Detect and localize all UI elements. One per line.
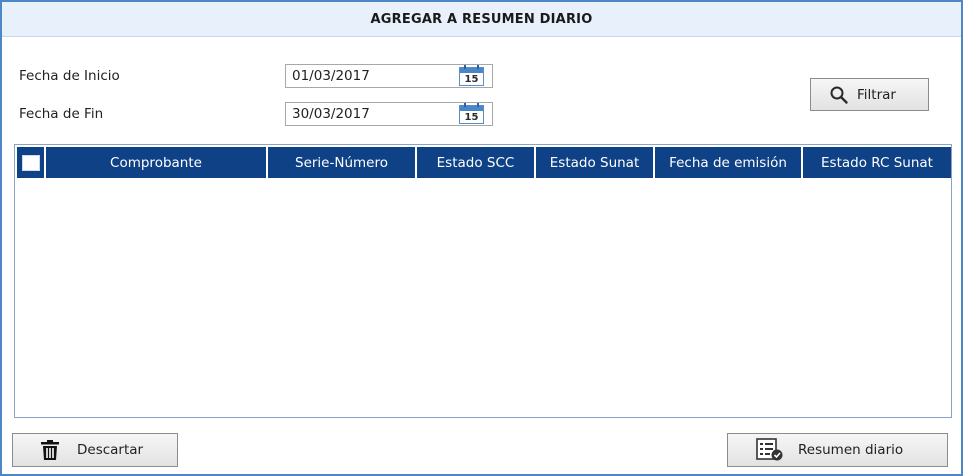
trash-icon [41, 440, 59, 460]
filter-button-label: Filtrar [857, 86, 896, 103]
end-date-label: Fecha de Fin [19, 106, 104, 122]
calendar-day: 15 [464, 112, 479, 123]
column-header-estado-scc[interactable]: Estado SCC [417, 147, 536, 178]
select-all-cell [17, 147, 46, 178]
summary-button-label: Resumen diario [798, 442, 904, 458]
column-header-estado-sunat[interactable]: Estado Sunat [536, 147, 655, 178]
grid-header: Comprobante Serie-Número Estado SCC Esta… [17, 147, 951, 178]
calendar-day: 15 [464, 74, 479, 85]
column-header-comprobante[interactable]: Comprobante [46, 147, 268, 178]
calendar-icon[interactable]: 15 [459, 103, 484, 124]
title-bar: AGREGAR A RESUMEN DIARIO [2, 2, 961, 37]
calendar-icon[interactable]: 15 [459, 65, 484, 86]
select-all-checkbox[interactable] [21, 154, 40, 171]
discard-button[interactable]: Descartar [12, 433, 178, 467]
documents-grid[interactable]: Comprobante Serie-Número Estado SCC Esta… [14, 144, 952, 418]
filter-button[interactable]: Filtrar [810, 78, 929, 111]
column-header-serie-numero[interactable]: Serie-Número [268, 147, 417, 178]
grid-body [17, 180, 949, 415]
start-date-field[interactable]: 01/03/2017 15 [285, 64, 493, 88]
summary-list-icon [756, 438, 783, 461]
search-icon [830, 86, 848, 104]
end-date-value: 30/03/2017 [292, 106, 370, 122]
start-date-label: Fecha de Inicio [19, 68, 120, 84]
column-header-fecha-emision[interactable]: Fecha de emisión [655, 147, 803, 178]
discard-button-label: Descartar [77, 442, 144, 458]
start-date-value: 01/03/2017 [292, 68, 370, 84]
dialog-title: AGREGAR A RESUMEN DIARIO [370, 11, 593, 27]
end-date-field[interactable]: 30/03/2017 15 [285, 102, 493, 126]
summary-button[interactable]: Resumen diario [727, 433, 948, 467]
dialog-window: AGREGAR A RESUMEN DIARIO Fecha de Inicio… [0, 0, 963, 476]
column-header-estado-rc-sunat[interactable]: Estado RC Sunat [803, 147, 951, 178]
